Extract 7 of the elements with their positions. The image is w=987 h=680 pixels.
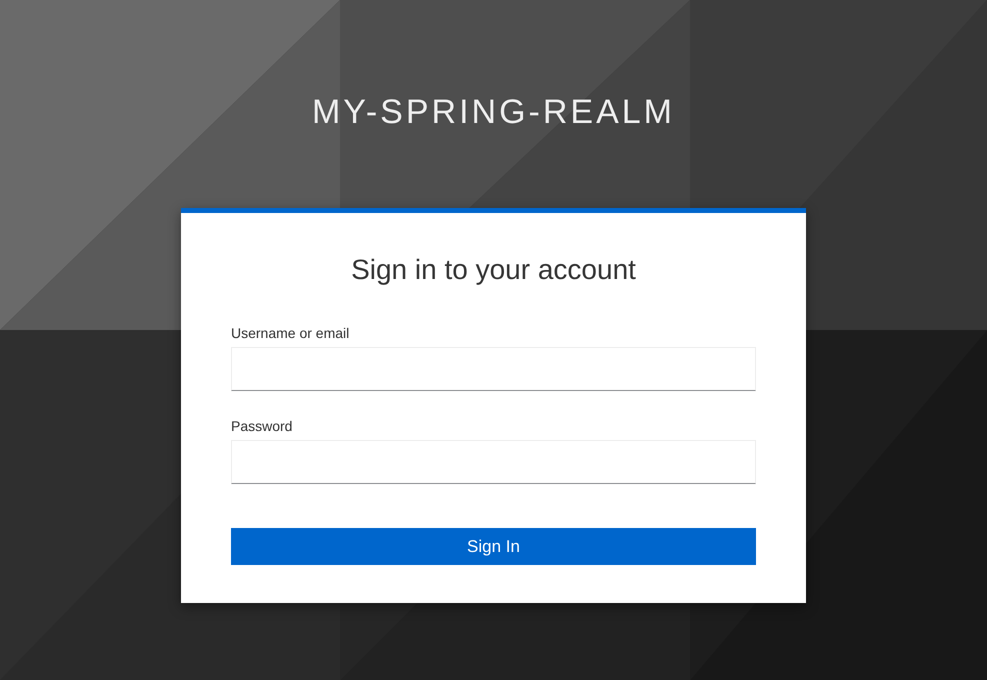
field-label: Password [231,417,292,435]
card-title: Sign in to your account [350,253,637,287]
sign-in-button[interactable]: Sign In [231,528,756,565]
input-field[interactable] [231,440,756,484]
field-label: Username or email [231,324,350,342]
realm-title: MY-SPRING-REALM [312,92,676,132]
input-field[interactable] [231,347,756,391]
